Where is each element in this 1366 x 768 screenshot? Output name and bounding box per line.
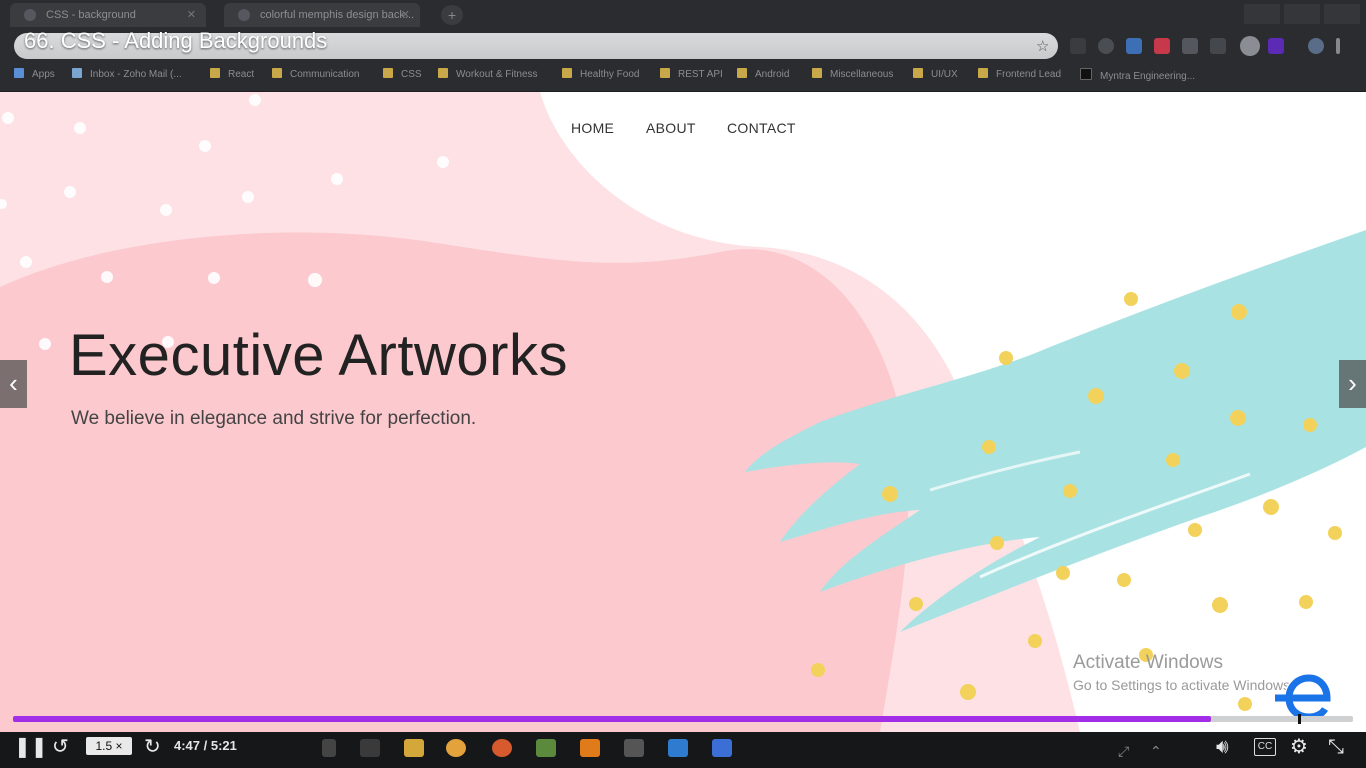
volume-icon[interactable]: 🔊︎ xyxy=(1216,737,1229,757)
web-page: HOME ABOUT CONTACT Executive Artworks We… xyxy=(0,92,1366,732)
extension-icon[interactable] xyxy=(1070,38,1086,54)
firefox-icon[interactable] xyxy=(492,739,512,757)
pause-button[interactable]: ❚❚ xyxy=(14,737,48,757)
previous-lecture-button[interactable]: ‹ xyxy=(0,360,27,408)
bookmark-folder[interactable]: Workout & Fitness xyxy=(438,68,538,82)
playback-time: 4:47 / 5:21 xyxy=(174,738,237,753)
new-tab-button[interactable]: + xyxy=(441,5,463,25)
forward-icon[interactable]: ↻ xyxy=(144,737,161,757)
folder-icon xyxy=(438,68,448,78)
medium-logo-icon xyxy=(1080,68,1092,80)
bookmark-item[interactable]: Inbox - Zoho Mail (... xyxy=(72,68,182,82)
nav-link-about[interactable]: ABOUT xyxy=(646,120,696,136)
bookmark-folder[interactable]: Miscellaneous xyxy=(812,68,893,82)
rewind-icon[interactable]: ↺ xyxy=(52,737,69,757)
video-title: 66. CSS - Adding Backgrounds xyxy=(24,28,328,53)
tab-title: CSS - background xyxy=(46,9,136,21)
tray-icon[interactable]: ⤢ xyxy=(1118,741,1129,761)
bookmark-folder[interactable]: Communication xyxy=(272,68,359,82)
taskbar-app-icon[interactable] xyxy=(624,739,644,757)
bookmark-folder[interactable]: UI/UX xyxy=(913,68,958,82)
apps-grid-icon xyxy=(14,68,24,78)
folder-icon xyxy=(737,68,747,78)
folder-icon xyxy=(562,68,572,78)
exit-fullscreen-icon[interactable]: ⤡ xyxy=(1328,737,1344,757)
bookmark-folder[interactable]: Frontend Lead xyxy=(978,68,1061,82)
close-tab-icon[interactable]: ✕ xyxy=(401,3,410,27)
browser-tab[interactable]: colorful memphis design back... ✕ xyxy=(224,3,420,27)
mail-icon xyxy=(72,68,82,78)
folder-icon xyxy=(978,68,988,78)
minimize-window-button[interactable] xyxy=(1244,4,1280,24)
close-window-button[interactable] xyxy=(1324,4,1360,24)
settings-gear-icon[interactable]: ⚙ xyxy=(1290,737,1308,757)
activate-windows-title: Activate Windows xyxy=(1073,652,1223,673)
playback-speed-button[interactable]: 1.5 × xyxy=(86,737,132,755)
microphone-icon[interactable] xyxy=(322,739,336,757)
extension-icon[interactable] xyxy=(1154,38,1170,54)
edureka-logo-icon xyxy=(1275,672,1333,721)
folder-icon xyxy=(210,68,220,78)
folder-icon xyxy=(812,68,822,78)
site-navigation: HOME ABOUT CONTACT xyxy=(0,120,1366,140)
hero-tagline: We believe in elegance and strive for pe… xyxy=(71,408,477,429)
activate-windows-text: Go to Settings to activate Windows. xyxy=(1073,677,1294,693)
vlc-icon[interactable] xyxy=(580,739,600,757)
tray-chevron-icon[interactable]: ⌃ xyxy=(1150,741,1162,761)
bookmark-folder[interactable]: Healthy Food xyxy=(562,68,639,82)
folder-icon xyxy=(383,68,393,78)
menu-kebab-icon[interactable] xyxy=(1336,38,1340,54)
close-tab-icon[interactable]: ✕ xyxy=(187,3,196,27)
taskbar-app-icon[interactable] xyxy=(360,739,380,757)
video-progress-bar[interactable] xyxy=(13,714,1353,724)
closed-captions-button[interactable]: CC xyxy=(1254,738,1276,756)
bookmark-folder[interactable]: CSS xyxy=(383,68,422,82)
taskbar-app-icon[interactable] xyxy=(712,739,732,757)
tab-favicon-icon xyxy=(24,9,36,21)
nav-link-contact[interactable]: CONTACT xyxy=(727,120,796,136)
vscode-icon[interactable] xyxy=(668,739,688,757)
nav-link-home[interactable]: HOME xyxy=(571,120,614,136)
bookmark-folder[interactable]: React xyxy=(210,68,254,82)
maximize-window-button[interactable] xyxy=(1284,4,1320,24)
extension-icon[interactable] xyxy=(1210,38,1226,54)
tab-title: colorful memphis design back... xyxy=(260,9,415,21)
chrome-icon[interactable] xyxy=(446,739,466,757)
browser-tab[interactable]: CSS - background ✕ xyxy=(10,3,206,27)
bookmark-apps[interactable]: Apps xyxy=(14,68,55,82)
extension-icon[interactable] xyxy=(1182,38,1198,54)
profile-avatar[interactable] xyxy=(1240,36,1260,56)
bookmark-item[interactable]: Myntra Engineering... xyxy=(1080,68,1195,82)
file-explorer-icon[interactable] xyxy=(404,739,424,757)
tab-favicon-icon xyxy=(238,9,250,21)
hero-headline: Executive Artworks xyxy=(69,323,568,388)
progress-marker xyxy=(1298,714,1301,724)
extension-icon[interactable] xyxy=(1098,38,1114,54)
extension-icon[interactable] xyxy=(1268,38,1284,54)
bookmark-folder[interactable]: Android xyxy=(737,68,789,82)
progress-fill xyxy=(13,716,1211,722)
next-lecture-button[interactable]: › xyxy=(1339,360,1366,408)
shield-icon[interactable] xyxy=(1126,38,1142,54)
notepad-icon[interactable] xyxy=(536,739,556,757)
account-icon[interactable] xyxy=(1308,38,1324,54)
folder-icon xyxy=(660,68,670,78)
bookmark-star-icon[interactable]: ☆ xyxy=(1036,37,1049,55)
folder-icon xyxy=(913,68,923,78)
bookmark-folder[interactable]: REST API xyxy=(660,68,723,82)
folder-icon xyxy=(272,68,282,78)
